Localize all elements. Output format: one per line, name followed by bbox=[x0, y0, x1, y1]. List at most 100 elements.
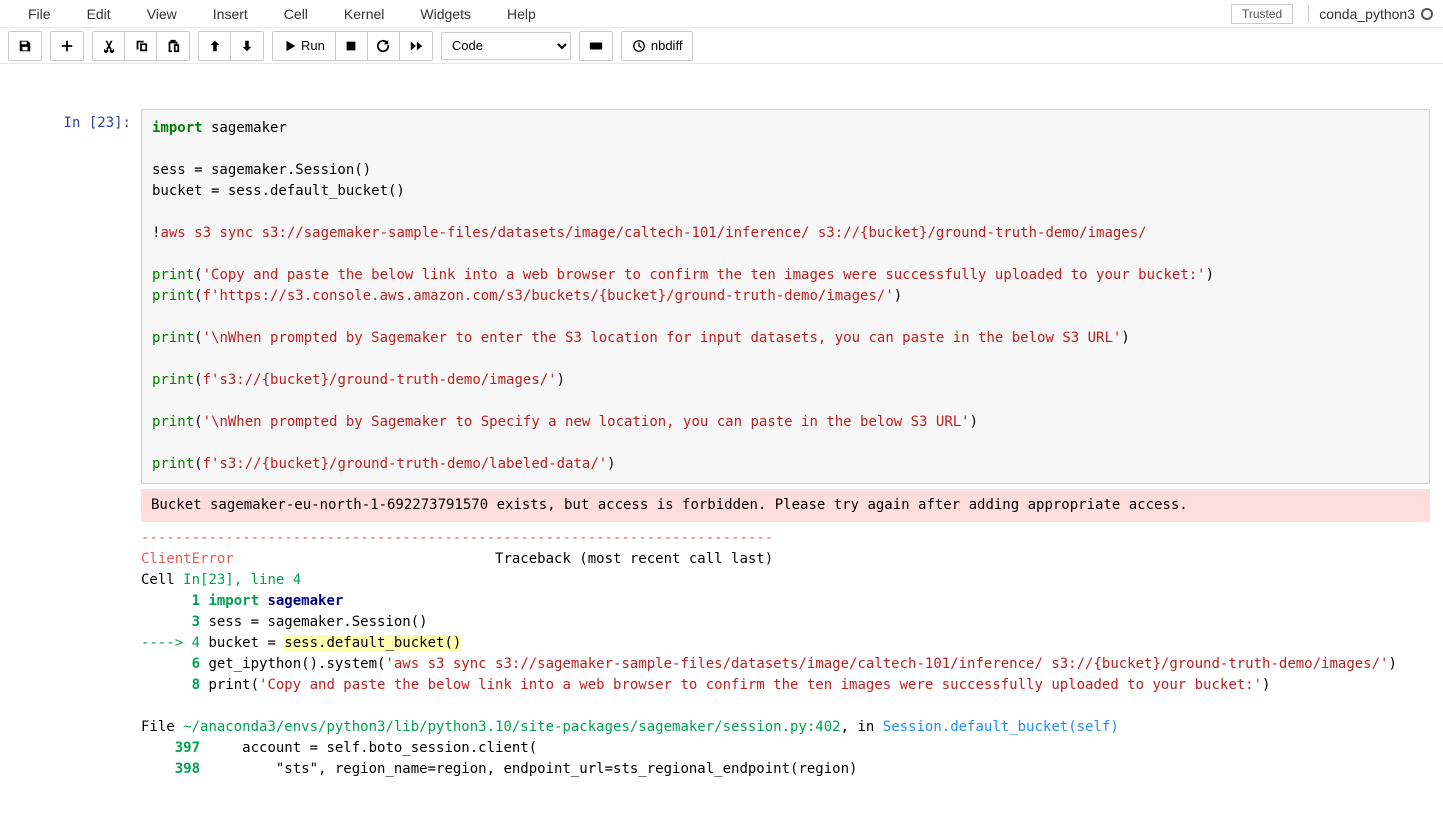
tb-func: Session.default_bucket(self) bbox=[883, 719, 1119, 735]
tb-code: "sts", region_name=region, endpoint_url=… bbox=[208, 761, 857, 777]
input-area: import sagemaker sess = sagemaker.Sessio… bbox=[141, 109, 1430, 484]
paste-icon bbox=[166, 39, 180, 53]
run-button[interactable]: Run bbox=[273, 32, 336, 60]
tb-file-path: ~/anaconda3/envs/python3/lib/python3.10/… bbox=[183, 719, 840, 735]
menubar: File Edit View Insert Cell Kernel Widget… bbox=[0, 0, 1443, 28]
toolbar: Run Code nbdiff bbox=[0, 28, 1443, 64]
code-token: f'https://s3.console.aws.amazon.com/s3/b… bbox=[203, 288, 894, 304]
code-editor[interactable]: import sagemaker sess = sagemaker.Sessio… bbox=[141, 109, 1430, 484]
restart-button[interactable] bbox=[368, 32, 400, 60]
tb-file-label: File bbox=[141, 719, 183, 735]
code-cell[interactable]: In [23]: import sagemaker sess = sagemak… bbox=[8, 104, 1435, 489]
code-token: import bbox=[152, 120, 203, 136]
stop-icon bbox=[344, 39, 358, 53]
menu-help[interactable]: Help bbox=[489, 2, 554, 26]
code-token: f's3://{bucket}/ground-truth-demo/labele… bbox=[203, 456, 608, 472]
code-token: print bbox=[152, 372, 194, 388]
tb-mod: sagemaker bbox=[267, 593, 343, 609]
tb-cell-label: Cell bbox=[141, 572, 183, 588]
code-line: sess = sagemaker.Session() bbox=[152, 162, 371, 178]
output-prompt bbox=[13, 489, 141, 786]
restart-icon bbox=[376, 39, 390, 53]
stderr-output: Bucket sagemaker-eu-north-1-692273791570… bbox=[141, 489, 1430, 522]
kernel-label: conda_python3 bbox=[1319, 6, 1415, 22]
interrupt-button[interactable] bbox=[336, 32, 368, 60]
tb-code: ) bbox=[1262, 677, 1270, 693]
menu-file[interactable]: File bbox=[10, 2, 69, 26]
menu-view[interactable]: View bbox=[129, 2, 195, 26]
plus-icon bbox=[60, 39, 74, 53]
menu-items-container: File Edit View Insert Cell Kernel Widget… bbox=[10, 2, 554, 26]
tb-lineno: 398 bbox=[141, 761, 208, 777]
arrow-up-icon bbox=[208, 39, 222, 53]
arrow-down-icon bbox=[240, 39, 254, 53]
tb-lineno: 8 bbox=[141, 677, 208, 693]
tb-lineno: 3 bbox=[141, 614, 208, 630]
play-icon bbox=[283, 39, 297, 53]
nbdiff-label: nbdiff bbox=[651, 38, 683, 53]
insert-cell-button[interactable] bbox=[51, 32, 83, 60]
input-prompt: In [23]: bbox=[13, 109, 141, 484]
prompt-in-label: In bbox=[64, 115, 89, 131]
save-icon bbox=[18, 39, 32, 53]
nbdiff-icon bbox=[632, 39, 646, 53]
cut-icon bbox=[102, 39, 116, 53]
menu-cell[interactable]: Cell bbox=[266, 2, 326, 26]
code-line: bucket = sess.default_bucket() bbox=[152, 183, 405, 199]
code-token: print bbox=[152, 267, 194, 283]
menubar-right: Trusted conda_python3 bbox=[1231, 4, 1433, 24]
tb-lineno: 6 bbox=[141, 656, 208, 672]
kernel-status-icon bbox=[1421, 8, 1433, 20]
code-token: print bbox=[152, 414, 194, 430]
tb-file-in: , in bbox=[841, 719, 883, 735]
tb-highlight: sess.default_bucket() bbox=[284, 635, 461, 651]
fast-forward-icon bbox=[409, 39, 423, 53]
tb-code: account = self.boto_session.client( bbox=[208, 740, 537, 756]
tb-lineno: 397 bbox=[141, 740, 208, 756]
tb-head: Traceback (most recent call last) bbox=[234, 551, 773, 567]
menu-edit[interactable]: Edit bbox=[69, 2, 129, 26]
code-token: print bbox=[152, 330, 194, 346]
code-token: '\nWhen prompted by Sagemaker to enter t… bbox=[203, 330, 1122, 346]
output-cell: Bucket sagemaker-eu-north-1-692273791570… bbox=[8, 489, 1435, 791]
move-up-button[interactable] bbox=[199, 32, 231, 60]
output-area: Bucket sagemaker-eu-north-1-692273791570… bbox=[141, 489, 1430, 786]
kernel-name[interactable]: conda_python3 bbox=[1308, 6, 1433, 22]
copy-icon bbox=[134, 39, 148, 53]
run-label: Run bbox=[301, 38, 325, 53]
tb-str: 'aws s3 sync s3://sagemaker-sample-files… bbox=[385, 656, 1388, 672]
trusted-indicator[interactable]: Trusted bbox=[1231, 4, 1293, 24]
menu-insert[interactable]: Insert bbox=[195, 2, 266, 26]
tb-code: ) bbox=[1388, 656, 1396, 672]
code-token: '\nWhen prompted by Sagemaker to Specify… bbox=[203, 414, 970, 430]
code-token: 'Copy and paste the below link into a we… bbox=[203, 267, 1206, 283]
command-palette-button[interactable] bbox=[580, 32, 612, 60]
tb-code: get_ipython().system( bbox=[208, 656, 385, 672]
menu-kernel[interactable]: Kernel bbox=[326, 2, 402, 26]
tb-arrow: ----> 4 bbox=[141, 635, 208, 651]
tb-error-name: ClientError bbox=[141, 551, 234, 567]
tb-lineno: 1 bbox=[141, 593, 208, 609]
code-token: f's3://{bucket}/ground-truth-demo/images… bbox=[203, 372, 557, 388]
save-button[interactable] bbox=[9, 32, 41, 60]
restart-run-all-button[interactable] bbox=[400, 32, 432, 60]
tb-code: sess = sagemaker.Session() bbox=[208, 614, 427, 630]
move-down-button[interactable] bbox=[231, 32, 263, 60]
nbdiff-button[interactable]: nbdiff bbox=[622, 32, 693, 60]
tb-cell-loc: In[23], line 4 bbox=[183, 572, 301, 588]
code-token: sagemaker bbox=[203, 120, 287, 136]
code-token: print bbox=[152, 456, 194, 472]
notebook-container: In [23]: import sagemaker sess = sagemak… bbox=[0, 94, 1443, 801]
cut-button[interactable] bbox=[93, 32, 125, 60]
prompt-number: [23]: bbox=[89, 115, 131, 131]
copy-button[interactable] bbox=[125, 32, 157, 60]
traceback-output: ----------------------------------------… bbox=[141, 522, 1430, 786]
paste-button[interactable] bbox=[157, 32, 189, 60]
code-token: print bbox=[152, 288, 194, 304]
menu-widgets[interactable]: Widgets bbox=[402, 2, 489, 26]
keyboard-icon bbox=[589, 39, 603, 53]
tb-kw: import bbox=[208, 593, 259, 609]
code-token: aws s3 sync s3://sagemaker-sample-files/… bbox=[160, 225, 1146, 241]
tb-str: 'Copy and paste the below link into a we… bbox=[259, 677, 1262, 693]
cell-type-select[interactable]: Code bbox=[441, 32, 571, 60]
